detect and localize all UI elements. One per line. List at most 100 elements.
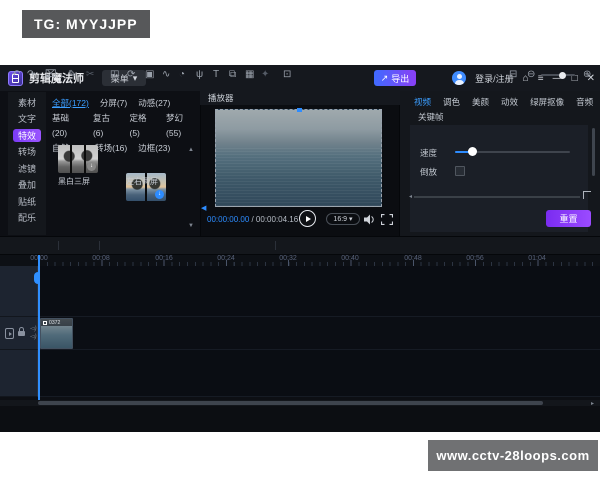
sidebar-item-music[interactable]: 配乐: [13, 212, 41, 225]
tab-beauty[interactable]: 美颜: [472, 96, 489, 108]
speed-clock-icon[interactable]: ◔: [179, 68, 185, 81]
ruler-label: 00:48: [404, 255, 422, 262]
inspector-hscrollbar[interactable]: [414, 196, 580, 198]
login-register-link[interactable]: 登录/注册: [475, 72, 514, 85]
sticker-icon[interactable]: ⧉: [229, 68, 236, 81]
panel-collapse-icon[interactable]: ◀: [201, 204, 206, 212]
undo-icon[interactable]: ↶: [12, 68, 20, 81]
timeline-clip[interactable]: 0372: [40, 318, 73, 349]
rotate-icon[interactable]: ⟳: [127, 68, 135, 81]
reverse-label: 倒放: [420, 166, 437, 178]
effect-thumbnail-bw-three-screen[interactable]: ↓: [58, 145, 98, 173]
text-tool-icon[interactable]: T: [213, 68, 219, 81]
inspector-vscrollbar[interactable]: [592, 128, 595, 176]
tab-motion[interactable]: 动效: [501, 96, 518, 108]
freeze-frame-icon[interactable]: ▦: [245, 68, 254, 81]
scroll-left-icon[interactable]: ◂: [409, 194, 412, 200]
timeline-track-overlay[interactable]: [0, 266, 600, 317]
mute-icon[interactable]: ◅): [30, 326, 37, 332]
resize-corner[interactable]: [583, 191, 591, 199]
speed-label: 速度: [420, 147, 437, 159]
tab-color[interactable]: 调色: [443, 96, 460, 108]
clip-video-icon: [43, 321, 47, 325]
volume-icon[interactable]: [364, 214, 376, 225]
toolbar-separator: [58, 241, 59, 250]
reverse-checkbox[interactable]: [455, 166, 465, 176]
sidebar-item-media[interactable]: 素材: [13, 96, 41, 109]
voiceover-mic-icon[interactable]: ψ: [196, 68, 203, 81]
split-scissors-icon[interactable]: ✂: [86, 68, 94, 81]
fullscreen-icon[interactable]: [381, 214, 393, 225]
lock-icon[interactable]: [18, 331, 25, 336]
player-title: 播放器: [208, 92, 234, 104]
keyframe-button[interactable]: 关键帧: [418, 111, 444, 123]
timeline-bottom-area: [0, 406, 600, 432]
aspect-ratio-value: 16:9: [333, 216, 347, 223]
export-button[interactable]: ↗导出: [374, 70, 416, 86]
scroll-up-icon[interactable]: ▲: [188, 147, 194, 153]
zoom-out-icon[interactable]: ⊖: [527, 68, 535, 81]
play-button[interactable]: [299, 210, 316, 227]
tg-contact-badge: TG: MYYJJPP: [22, 10, 150, 38]
zoom-slider-handle[interactable]: [559, 72, 566, 79]
edit-icon[interactable]: ✎: [68, 68, 76, 81]
timeline-hscrollbar-thumb[interactable]: [38, 401, 543, 405]
video-track-icon: [5, 328, 14, 339]
selection-handle[interactable]: [297, 108, 302, 112]
magic-icon[interactable]: ✦: [261, 68, 269, 81]
effects-category-transition[interactable]: 转场(16): [95, 141, 127, 156]
sidebar-item-stickers[interactable]: 贴纸: [13, 195, 41, 208]
timeline-track-audio[interactable]: [0, 350, 600, 397]
titlebar-right-group: 登录/注册 ⌂ ≡ — □ ✕: [452, 65, 595, 91]
audio-wave-icon[interactable]: ∿: [162, 68, 170, 81]
effects-category-splitscreen[interactable]: 分屏(7): [100, 96, 127, 111]
export-icon: ↗: [381, 73, 389, 84]
export-frame-icon[interactable]: ⊡: [283, 68, 291, 81]
tab-audio[interactable]: 音频: [576, 96, 593, 108]
download-icon: ↓: [87, 162, 96, 171]
sidebar-item-transitions[interactable]: 转场: [13, 146, 41, 159]
mosaic-icon[interactable]: ▣: [145, 68, 154, 81]
tab-video[interactable]: 视频: [414, 96, 431, 108]
ruler-label: 00:56: [466, 255, 484, 262]
tab-greenscreen[interactable]: 绿屏抠像: [530, 96, 564, 108]
total-duration: / 00:00:04.16: [249, 215, 298, 224]
track-header-overlay: [0, 266, 38, 317]
export-label: 导出: [391, 72, 409, 85]
menu-button[interactable]: 菜单▾: [102, 70, 146, 86]
effects-category-freeze[interactable]: 定格(5): [130, 111, 156, 141]
avatar[interactable]: [452, 71, 466, 85]
scroll-down-icon[interactable]: ▼: [188, 223, 194, 229]
download-icon: ↓: [155, 190, 164, 199]
speed-slider[interactable]: [455, 151, 570, 153]
delete-icon[interactable]: ⌧: [45, 68, 57, 81]
fit-timeline-icon[interactable]: ⊟: [509, 68, 517, 81]
video-preview[interactable]: [215, 109, 382, 207]
timeline-track-video[interactable]: [0, 317, 600, 350]
reset-button[interactable]: 重置: [546, 210, 591, 227]
effects-category-border[interactable]: 边框(23): [138, 141, 170, 156]
chevron-down-icon: ▾: [349, 215, 353, 223]
toolbar-separator: [275, 241, 276, 250]
effects-category-all[interactable]: 全部(172): [52, 96, 89, 111]
redo-icon[interactable]: ↷: [27, 68, 35, 81]
ruler-label: 01:04: [528, 255, 546, 262]
zoom-in-icon[interactable]: ⊕: [583, 68, 591, 81]
sidebar-item-text[interactable]: 文字: [13, 113, 41, 126]
effects-category-dream[interactable]: 梦幻(55): [166, 111, 196, 141]
sidebar-item-filters[interactable]: 滤镜: [13, 162, 41, 175]
sidebar-item-effects[interactable]: 特效: [13, 129, 41, 142]
current-time: 00:00:00.00: [207, 215, 249, 224]
solo-icon[interactable]: ◅): [30, 334, 37, 340]
effects-category-retro[interactable]: 复古(6): [93, 111, 119, 141]
effects-category-dynamic[interactable]: 动感(27): [138, 96, 170, 111]
crop-icon[interactable]: ◰: [110, 68, 119, 81]
aspect-ratio-dropdown[interactable]: 16:9▾: [326, 213, 360, 225]
timeline-ruler[interactable]: 00:00 00:08 00:16 00:24 00:32 00:40 00:4…: [0, 255, 600, 266]
speed-slider-handle[interactable]: [468, 147, 477, 156]
effects-category-basic[interactable]: 基础(20): [52, 111, 82, 141]
timeline-zoom-slider[interactable]: [541, 74, 575, 76]
playhead-handle[interactable]: [34, 272, 40, 284]
sidebar-item-overlay[interactable]: 叠加: [13, 179, 41, 192]
ruler-label: 00:24: [217, 255, 235, 262]
